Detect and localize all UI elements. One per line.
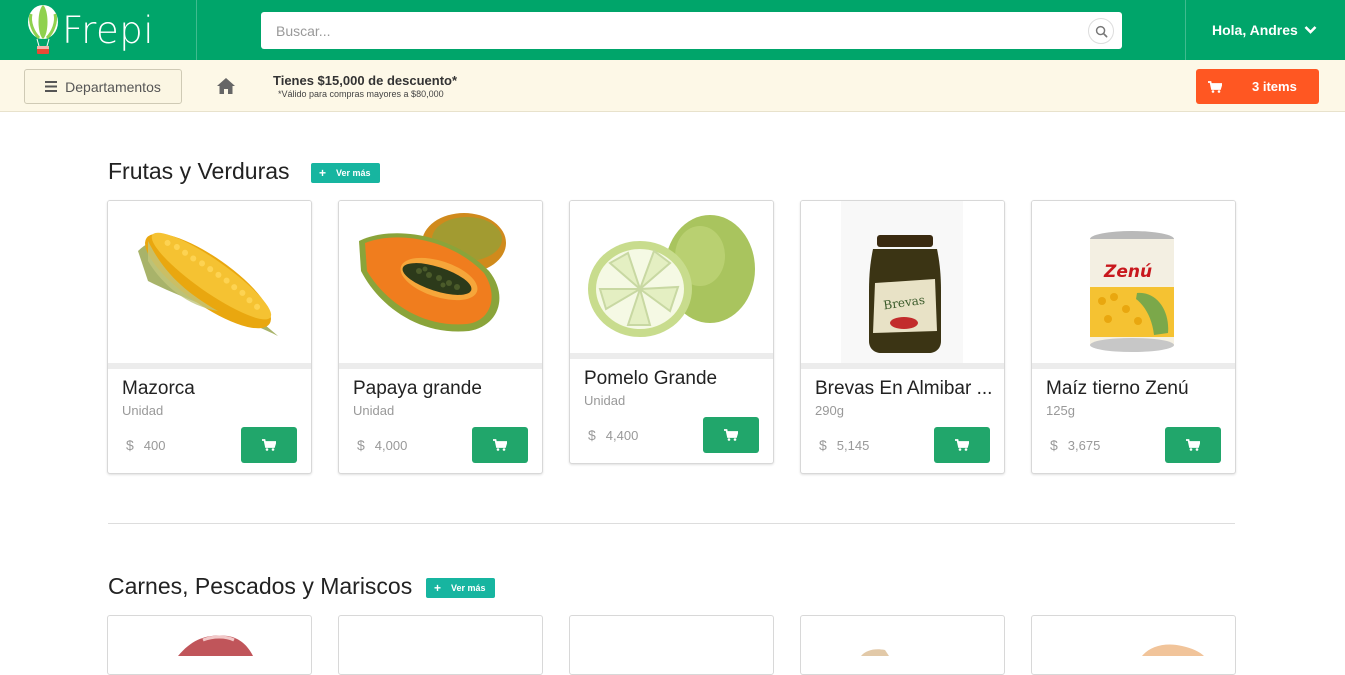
see-more-label: Ver más xyxy=(451,583,486,593)
product-card[interactable]: Zenú Maíz tierno Zenú 125g $3,675 xyxy=(1031,200,1236,474)
product-unit: 125g xyxy=(1046,403,1075,418)
departments-label: Departamentos xyxy=(65,78,161,95)
product-price: $5,145 xyxy=(819,437,869,453)
product-card[interactable] xyxy=(107,615,312,675)
cart-icon xyxy=(262,439,276,451)
price-value: 400 xyxy=(143,438,166,453)
chevron-down-icon xyxy=(1304,26,1317,34)
image-divider xyxy=(570,353,773,359)
currency-symbol: $ xyxy=(357,437,365,453)
cart-count-label: 3 items xyxy=(1252,79,1297,94)
cart-icon xyxy=(955,439,969,451)
price-value: 4,000 xyxy=(374,438,408,453)
logo-text: Frepi xyxy=(62,8,155,52)
product-price: $4,000 xyxy=(357,437,407,453)
product-unit: Unidad xyxy=(122,403,164,418)
promo-title: Tienes $15,000 de descuento* xyxy=(273,73,458,88)
price-value: 3,675 xyxy=(1067,438,1101,453)
see-more-label: Ver más xyxy=(336,168,371,178)
promo-message: Tienes $15,000 de descuento* *Válido par… xyxy=(273,73,457,99)
image-divider xyxy=(339,363,542,369)
cart-button[interactable]: 3 items xyxy=(1196,69,1319,104)
price-value: 5,145 xyxy=(836,438,870,453)
see-more-button[interactable]: + Ver más xyxy=(426,578,495,598)
search-input[interactable] xyxy=(261,12,1081,49)
see-more-button[interactable]: + Ver más xyxy=(311,163,380,183)
balloon-logo-icon xyxy=(28,5,58,54)
product-name: Mazorca xyxy=(122,378,195,399)
image-divider xyxy=(801,363,1004,369)
product-card[interactable]: Pomelo Grande Unidad $4,400 xyxy=(569,200,774,464)
cart-icon xyxy=(724,429,738,441)
promo-note: *Válido para compras mayores a $80,000 xyxy=(278,89,444,99)
user-menu[interactable]: Hola, Andres xyxy=(1212,0,1317,60)
menu-icon xyxy=(45,81,58,92)
meat-image xyxy=(178,635,253,656)
currency-symbol: $ xyxy=(1050,437,1058,453)
add-to-cart-button[interactable] xyxy=(241,427,297,463)
product-card[interactable] xyxy=(800,615,1005,675)
user-greeting: Hola, Andres xyxy=(1212,22,1298,38)
currency-symbol: $ xyxy=(588,427,596,443)
plus-icon: + xyxy=(319,166,327,180)
add-to-cart-button[interactable] xyxy=(472,427,528,463)
jar-image: Brevas xyxy=(841,201,963,367)
cart-icon xyxy=(1186,439,1200,451)
search-icon xyxy=(1095,25,1107,37)
currency-symbol: $ xyxy=(126,437,134,453)
image-divider xyxy=(108,363,311,369)
promo-bar: Departamentos Tienes $15,000 de descuent… xyxy=(0,60,1345,112)
departments-button[interactable]: Departamentos xyxy=(24,69,182,104)
can-image: Zenú xyxy=(1090,231,1174,352)
svg-text:Zenú: Zenú xyxy=(1103,262,1152,282)
seafood-image xyxy=(861,649,889,656)
image-divider xyxy=(1032,363,1235,369)
home-icon[interactable] xyxy=(216,77,236,95)
product-card[interactable] xyxy=(1031,615,1236,675)
section-divider xyxy=(108,523,1235,524)
product-name: Brevas En Almibar ... xyxy=(815,378,993,399)
product-unit: 290g xyxy=(815,403,844,418)
section-title: Carnes, Pescados y Mariscos xyxy=(108,573,413,599)
product-unit: Unidad xyxy=(353,403,395,418)
header-divider xyxy=(1185,0,1186,60)
product-name: Maíz tierno Zenú xyxy=(1046,378,1189,399)
product-price: $3,675 xyxy=(1050,437,1100,453)
product-unit: Unidad xyxy=(584,393,626,408)
product-card[interactable]: Brevas Brevas En Almibar ... 290g $5,145 xyxy=(800,200,1005,474)
product-card[interactable] xyxy=(338,615,543,675)
search-box xyxy=(261,12,1122,49)
product-name: Pomelo Grande xyxy=(584,368,718,389)
product-price: $4,400 xyxy=(588,427,638,443)
product-card[interactable]: Papaya grande Unidad $4,000 xyxy=(338,200,543,474)
add-to-cart-button[interactable] xyxy=(934,427,990,463)
product-image xyxy=(570,201,773,367)
pomelo-image xyxy=(588,215,755,337)
product-card[interactable] xyxy=(569,615,774,675)
chicken-image xyxy=(1142,644,1204,656)
product-image: Zenú xyxy=(1032,201,1235,367)
cart-icon xyxy=(493,439,507,451)
product-card[interactable]: Mazorca Unidad $400 xyxy=(107,200,312,474)
corn-image xyxy=(138,232,278,336)
header-divider xyxy=(196,0,197,60)
frepi-logo[interactable]: Frepi xyxy=(26,4,154,56)
search-button[interactable] xyxy=(1088,18,1114,44)
product-price: $400 xyxy=(126,437,166,453)
section-title: Frutas y Verduras xyxy=(108,158,290,184)
product-name: Papaya grande xyxy=(353,378,482,399)
product-image: Brevas xyxy=(801,201,1004,367)
add-to-cart-button[interactable] xyxy=(703,417,759,453)
product-image xyxy=(108,201,311,367)
cart-icon xyxy=(1208,80,1222,93)
top-header: Frepi Hola, Andres xyxy=(0,0,1345,60)
price-value: 4,400 xyxy=(605,428,639,443)
product-image xyxy=(339,201,542,367)
papaya-image xyxy=(359,213,506,332)
add-to-cart-button[interactable] xyxy=(1165,427,1221,463)
currency-symbol: $ xyxy=(819,437,827,453)
plus-icon: + xyxy=(434,581,442,595)
